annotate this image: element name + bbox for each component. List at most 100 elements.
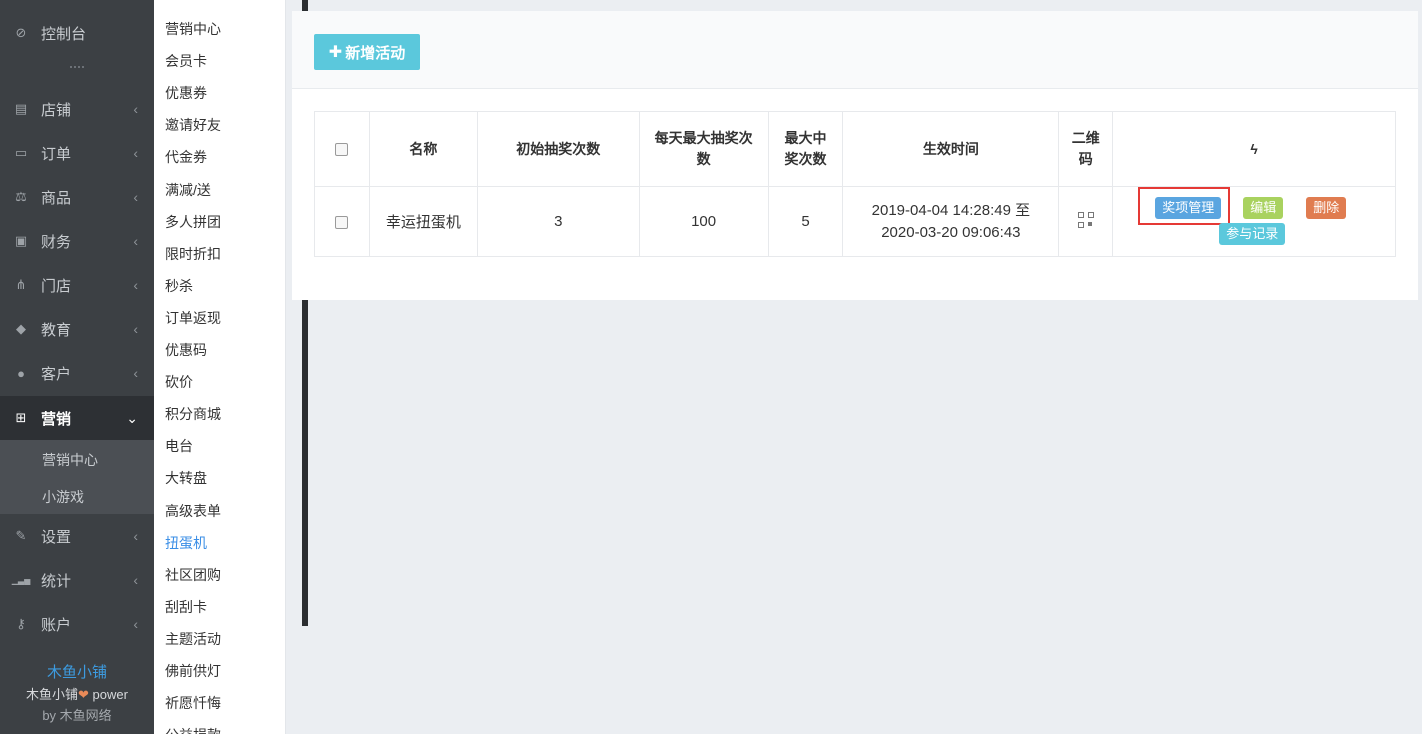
delete-button[interactable]: 删除 — [1306, 197, 1347, 219]
gift-icon: ⊞ — [15, 410, 27, 425]
prize-manage-button[interactable]: 奖项管理 — [1155, 197, 1222, 219]
main-sidebar: ⊘ 控制台 ▤ 店铺 ‹ ▭ 订单 ‹ ⚖ 商品 ‹ ▣ 财务 ‹ ⋔ 门店 ‹… — [0, 0, 154, 734]
effective-time-start: 2019-04-04 14:28:49 至 — [871, 201, 1031, 219]
submenu-item[interactable]: 限时折扣 — [165, 244, 221, 264]
order-icon: ▭ — [14, 145, 28, 160]
submenu-item[interactable]: 电台 — [165, 436, 193, 456]
sidebar-item-label: 客户 — [41, 365, 72, 383]
cell-effective-time: 2019-04-04 14:28:49 至 2020-03-20 09:06:43 — [842, 186, 1060, 257]
sidebar-item-label: 财务 — [41, 233, 72, 251]
lightning-icon: ϟ — [1250, 140, 1258, 157]
sidebar-item-customers[interactable]: ● 客户 ‹ — [0, 351, 154, 395]
sidebar-item-stores[interactable]: ⋔ 门店 ‹ — [0, 263, 154, 307]
header-qr: 二维码 — [1058, 111, 1114, 187]
sidebar-item-label: 教育 — [41, 321, 72, 339]
activity-table: 名称 初始抽奖次数 每天最大抽奖次数 最大中 奖次数 生效时间 二维码 ϟ 幸运扭… — [314, 111, 1396, 257]
cell-actions: 奖项管理 编辑 删除 参与记录 — [1112, 186, 1396, 257]
submenu-item[interactable]: 营销中心 — [165, 19, 221, 39]
submenu-item[interactable]: 扭蛋机 — [165, 533, 207, 553]
sidebar-item-products[interactable]: ⚖ 商品 ‹ — [0, 175, 154, 219]
select-all-checkbox[interactable] — [335, 143, 349, 157]
sidebar-item-account[interactable]: ⚷ 账户 ‹ — [0, 602, 154, 646]
submenu-item[interactable]: 大转盘 — [165, 468, 207, 488]
users-icon: ● — [17, 365, 25, 381]
row-checkbox[interactable] — [335, 215, 349, 229]
submenu-item[interactable]: 优惠码 — [165, 340, 207, 360]
header-qr-line1: 二维 — [1071, 130, 1100, 146]
submenu-item[interactable]: 砍价 — [165, 372, 193, 392]
edit-button[interactable]: 编辑 — [1243, 197, 1284, 219]
add-activity-button[interactable]: ✚ 新增活动 — [314, 34, 420, 70]
chevron-left-icon: ‹ — [133, 365, 138, 381]
marketing-submenu-column: 营销中心会员卡优惠券邀请好友代金券满减/送多人拼团限时折扣秒杀订单返现优惠码砍价… — [154, 0, 308, 734]
graduation-cap-icon: ◆ — [16, 321, 26, 336]
submenu-item[interactable]: 公益捐款 — [165, 725, 221, 734]
submenu-item[interactable]: 佛前供灯 — [165, 661, 221, 681]
header-daily-max-line1: 每天最大抽奖次 — [654, 130, 753, 146]
scale-icon: ⚖ — [15, 189, 27, 204]
add-activity-label: 新增活动 — [345, 44, 406, 62]
sidebar-item-marketing[interactable]: ⊞ 营销 ⌄ — [0, 396, 154, 440]
submenu-item[interactable]: 多人拼团 — [165, 212, 221, 232]
submenu-item[interactable]: 优惠券 — [165, 83, 207, 103]
sidebar-item-label: 控制台 — [41, 25, 87, 43]
sidebar-item-label: 商品 — [41, 189, 72, 207]
heart-icon: ❤ — [78, 687, 89, 702]
submenu-item[interactable]: 满减/送 — [165, 180, 211, 200]
chevron-left-icon: ‹ — [133, 233, 138, 249]
panel-toolbar: ✚ 新增活动 — [292, 11, 1418, 89]
store-icon: ▤ — [14, 101, 28, 116]
submenu-item[interactable]: 主题活动 — [165, 629, 221, 649]
submenu-item[interactable]: 社区团购 — [165, 565, 221, 585]
sidebar-item-finance[interactable]: ▣ 财务 ‹ — [0, 219, 154, 263]
chevron-left-icon: ‹ — [133, 528, 138, 544]
chevron-left-icon: ‹ — [133, 145, 138, 161]
chevron-left-icon: ‹ — [133, 101, 138, 117]
chevron-left-icon: ‹ — [133, 189, 138, 205]
brand-power-suffix: power — [88, 687, 128, 702]
sub-item-marketing-center[interactable]: 营销中心 — [42, 450, 98, 470]
chevron-left-icon: ‹ — [133, 572, 138, 588]
chevron-left-icon: ‹ — [133, 616, 138, 632]
header-max-win-line2: 奖次数 — [784, 151, 827, 167]
header-initial-draws: 初始抽奖次数 — [476, 111, 640, 187]
sidebar-item-label: 店铺 — [41, 101, 72, 119]
sidebar-item-orders[interactable]: ▭ 订单 ‹ — [0, 131, 154, 175]
sub-item-mini-games[interactable]: 小游戏 — [42, 487, 84, 507]
table-row: 幸运扭蛋机 3 100 5 2019-04-04 14:28:49 至 2020-… — [314, 186, 1396, 257]
sidebar-item-education[interactable]: ◆ 教育 ‹ — [0, 307, 154, 351]
submenu-item[interactable]: 祈愿忏悔 — [165, 693, 221, 713]
qr-code-icon[interactable] — [1077, 211, 1094, 228]
submenu-item[interactable]: 高级表单 — [165, 501, 221, 521]
sidebar-item-dashboard[interactable]: ⊘ 控制台 — [0, 11, 154, 55]
header-daily-max-line2: 数 — [696, 151, 711, 167]
sidebar-item-statistics[interactable]: ▁▃▅ 统计 ‹ — [0, 558, 154, 602]
header-select-all — [314, 111, 370, 187]
content-panel: ✚ 新增活动 名称 初始抽奖次数 每天最大抽奖次数 最大中 奖次数 生效时间 二维… — [292, 11, 1418, 300]
participation-records-button[interactable]: 参与记录 — [1219, 223, 1286, 245]
submenu-item[interactable]: 邀请好友 — [165, 115, 221, 135]
brand-name[interactable]: 木鱼小铺 — [0, 661, 154, 682]
money-icon: ▣ — [14, 233, 28, 248]
signal-icon: ▁▃▅ — [11, 575, 31, 585]
submenu-item[interactable]: 会员卡 — [165, 51, 207, 71]
sidebar-item-label: 门店 — [41, 277, 72, 295]
submenu-item[interactable]: 秒杀 — [165, 276, 193, 296]
sidebar-item-settings[interactable]: ✎ 设置 ‹ — [0, 514, 154, 558]
effective-time-end: 2020-03-20 09:06:43 — [881, 223, 1021, 241]
sidebar-item-label: 账户 — [41, 616, 72, 634]
sidebar-collapse-dots[interactable] — [70, 66, 84, 70]
submenu-item[interactable]: 刮刮卡 — [165, 597, 207, 617]
submenu-item[interactable]: 积分商城 — [165, 404, 221, 424]
submenu-item[interactable]: 代金券 — [165, 147, 207, 167]
sitemap-icon: ⋔ — [15, 277, 27, 292]
sidebar-item-store[interactable]: ▤ 店铺 ‹ — [0, 87, 154, 131]
submenu-item[interactable]: 订单返现 — [165, 308, 221, 328]
cell-max-win: 5 — [767, 186, 844, 257]
chevron-down-icon: ⌄ — [126, 409, 138, 426]
brand-by: by 木鱼网络 — [42, 708, 112, 723]
cell-initial-draws: 3 — [476, 186, 640, 257]
marketing-submenu: 营销中心 小游戏 — [0, 440, 154, 514]
header-name: 名称 — [368, 111, 478, 187]
header-daily-max: 每天最大抽奖次数 — [638, 111, 769, 187]
